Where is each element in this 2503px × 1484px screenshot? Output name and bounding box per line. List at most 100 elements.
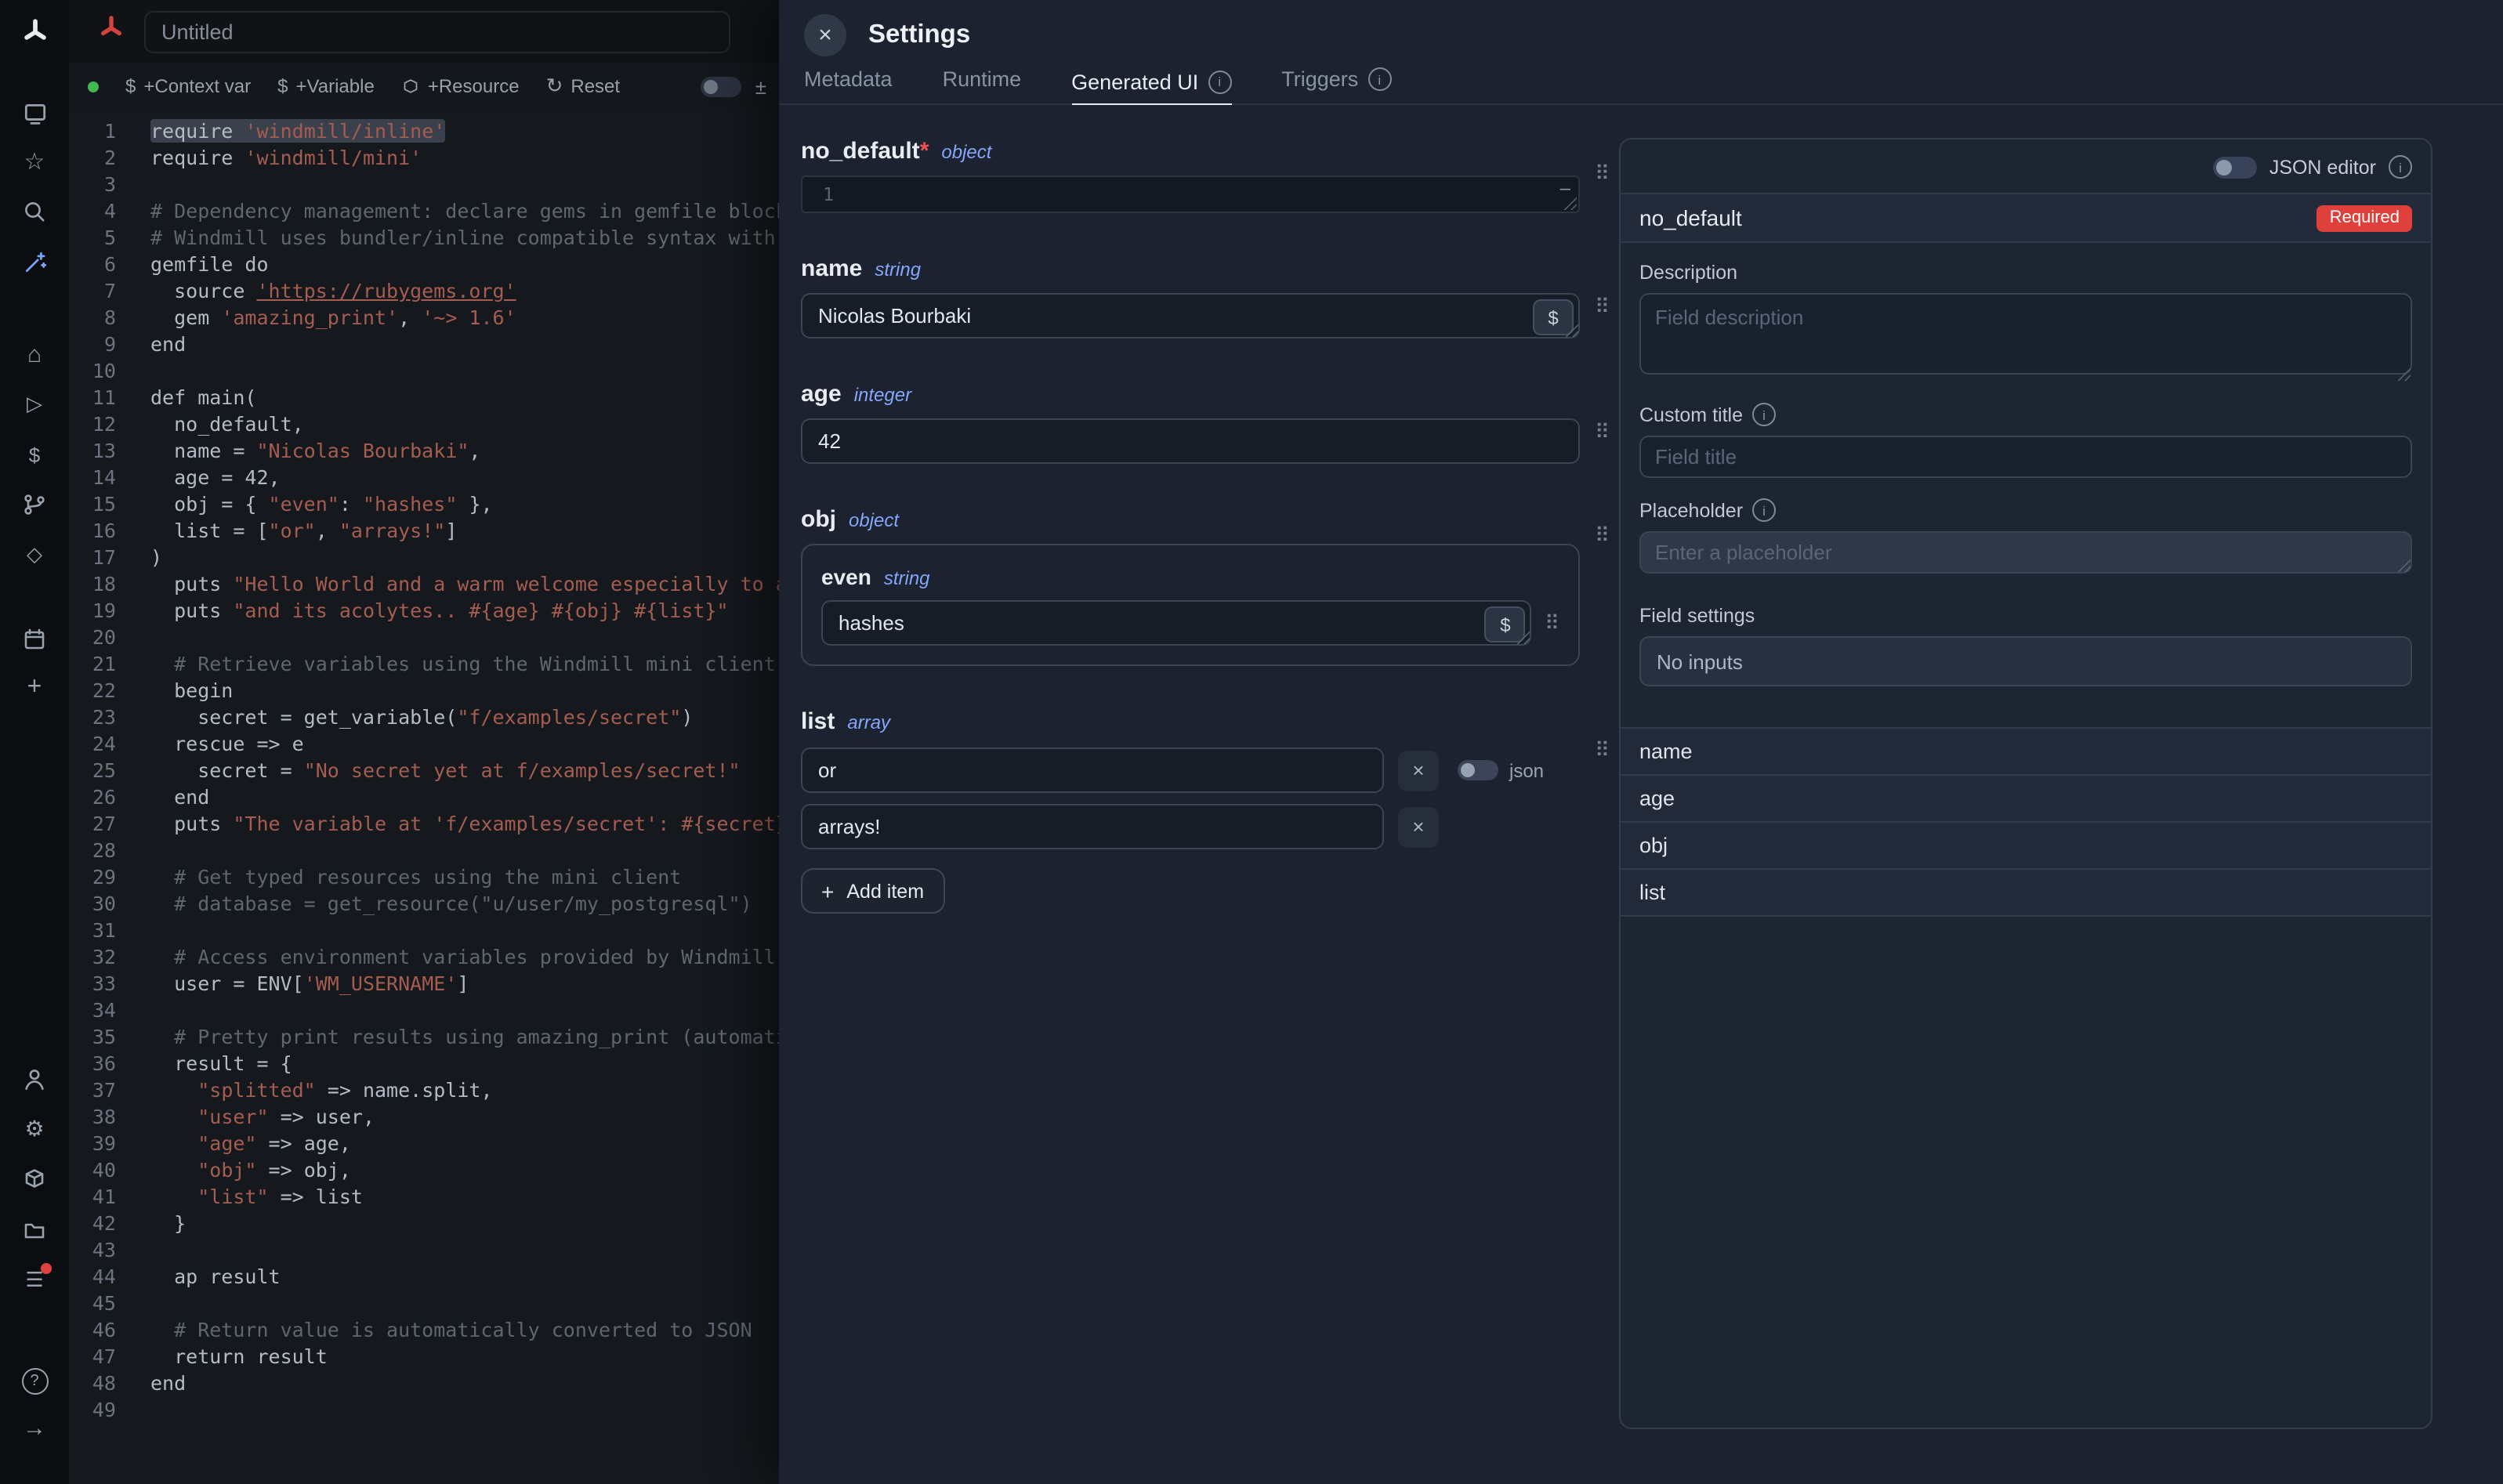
rail-button-schedules[interactable]: ◇ [0,534,69,575]
rail-button-add[interactable]: + [0,668,69,708]
remove-item-button[interactable]: × [1398,806,1439,847]
list-item-row: × json [801,747,1580,793]
collapse-icon[interactable]: – [1560,177,1570,199]
rail-button-calendar[interactable] [0,619,69,660]
close-icon: × [1412,815,1424,838]
rail-button-home[interactable]: ⌂ [0,334,69,375]
field-type: string [875,259,921,281]
info-icon: i [2389,155,2412,179]
code-line [150,917,779,943]
inspector-row-name[interactable]: name [1621,729,2431,776]
name-input[interactable] [801,293,1580,338]
script-title-input[interactable]: Untitled [144,10,730,52]
drag-handle-icon[interactable]: ⠿ [1545,613,1559,633]
insert-variable-button[interactable]: $ [1485,606,1526,642]
rail-button-settings[interactable]: ⚙ [0,1108,69,1149]
dollar-icon: $ [277,75,288,97]
notification-dot [41,1263,52,1274]
inspector-row-list[interactable]: list [1621,870,2431,917]
custom-title-input[interactable] [1639,436,2412,478]
rail-button-ai-builder[interactable] [0,241,69,282]
line-number: 10 [69,357,116,384]
drag-handle-icon[interactable]: ⠿ [1595,525,1610,545]
line-number: 19 [69,597,116,624]
rail-button-help[interactable]: ? [0,1360,69,1401]
tab-triggers[interactable]: Triggersi [1281,67,1391,103]
inspector-row-age[interactable]: age [1621,776,2431,823]
code-line: rescue => e [150,730,779,757]
drag-handle-icon[interactable]: ⠿ [1595,740,1610,760]
tabs: Metadata Runtime Generated UIi Triggersi [779,67,2503,105]
tab-generated-ui[interactable]: Generated UIi [1071,70,1231,105]
rail-button-search[interactable] [0,191,69,232]
rail-button-runs[interactable] [0,92,69,133]
description-textarea[interactable] [1639,293,2412,375]
no-default-json-editor[interactable]: 1 – [801,176,1580,213]
dollar-icon: $ [1548,306,1558,328]
inspector-row-no-default[interactable]: no_default Required [1621,193,2431,243]
drag-handle-icon[interactable]: ⠿ [1595,296,1610,317]
dollar-icon: $ [1500,614,1510,635]
list-item-row: × [801,804,1580,849]
line-number: 29 [69,863,116,890]
rail-button-favorites[interactable]: ☆ [0,141,69,182]
field-settings-value: No inputs [1657,650,1743,673]
rail-button-variables[interactable]: $ [0,434,69,475]
code-line: name = "Nicolas Bourbaki", [150,437,779,464]
rail-button-collapse[interactable]: → [0,1407,69,1448]
rail-button-resources[interactable] [0,484,69,525]
inspector-row-obj[interactable]: obj [1621,823,2431,870]
remove-item-button[interactable]: × [1398,750,1439,791]
line-number: 6 [69,251,116,277]
rail-button-runs-play[interactable]: ▷ [0,384,69,425]
rail-button-workers[interactable] [0,1158,69,1199]
rail-button-queue[interactable]: ☰ [0,1260,69,1301]
add-item-button[interactable]: + Add item [801,868,944,914]
modal-header: × Settings [779,0,2503,67]
list-item-input[interactable] [801,747,1384,793]
code-line: obj = { "even": "hashes" }, [150,490,779,517]
info-icon: i [1367,67,1391,91]
list-item-input[interactable] [801,804,1384,849]
tab-runtime[interactable]: Runtime [943,67,1022,103]
code-line: puts "The variable at 'f/examples/secret… [150,810,779,837]
drag-handle-icon[interactable]: ⠿ [1595,163,1610,183]
json-toggle[interactable] [1458,760,1498,780]
code-line: no_default, [150,411,779,437]
even-input[interactable] [821,600,1532,646]
placeholder-input[interactable] [1639,531,2412,574]
insert-variable-button[interactable]: $ [1533,299,1574,335]
add-resource-button[interactable]: +Resource [401,75,520,97]
reset-label: Reset [571,75,620,97]
reset-icon: ↻ [546,74,563,99]
rail-button-folders[interactable] [0,1210,69,1251]
add-variable-button[interactable]: $ +Variable [277,75,375,97]
age-input[interactable] [801,418,1580,464]
editor-toggle[interactable] [701,76,741,96]
info-icon: i [1208,70,1231,93]
code-area[interactable]: 1234567891011121314151617181920212223242… [69,110,779,1484]
close-button[interactable]: × [804,14,846,56]
reset-button[interactable]: ↻ Reset [546,74,621,99]
line-number: 15 [69,490,116,517]
rail-button-account[interactable] [0,1059,69,1100]
code-line: end [150,1370,779,1396]
json-editor-toggle[interactable] [2213,156,2257,178]
line-number: 44 [69,1263,116,1290]
field-settings-select[interactable]: No inputs [1639,636,2412,686]
code-line [150,1290,779,1316]
add-context-var-label: +Context var [143,75,251,97]
add-context-var-button[interactable]: $ +Context var [125,75,251,97]
windmill-logo[interactable] [0,11,69,52]
field-label: name [801,255,862,282]
field-type: integer [854,384,911,406]
folder-icon [22,1218,47,1243]
drag-handle-icon[interactable]: ⠿ [1595,422,1610,442]
code-lines: require 'windmill/inline'require 'windmi… [150,118,779,1423]
code-line: return result [150,1343,779,1370]
field-label: no_default* [801,138,929,165]
tab-metadata[interactable]: Metadata [804,67,893,103]
monitor-icon [21,100,48,126]
field-type: string [884,567,930,589]
line-number: 46 [69,1316,116,1343]
